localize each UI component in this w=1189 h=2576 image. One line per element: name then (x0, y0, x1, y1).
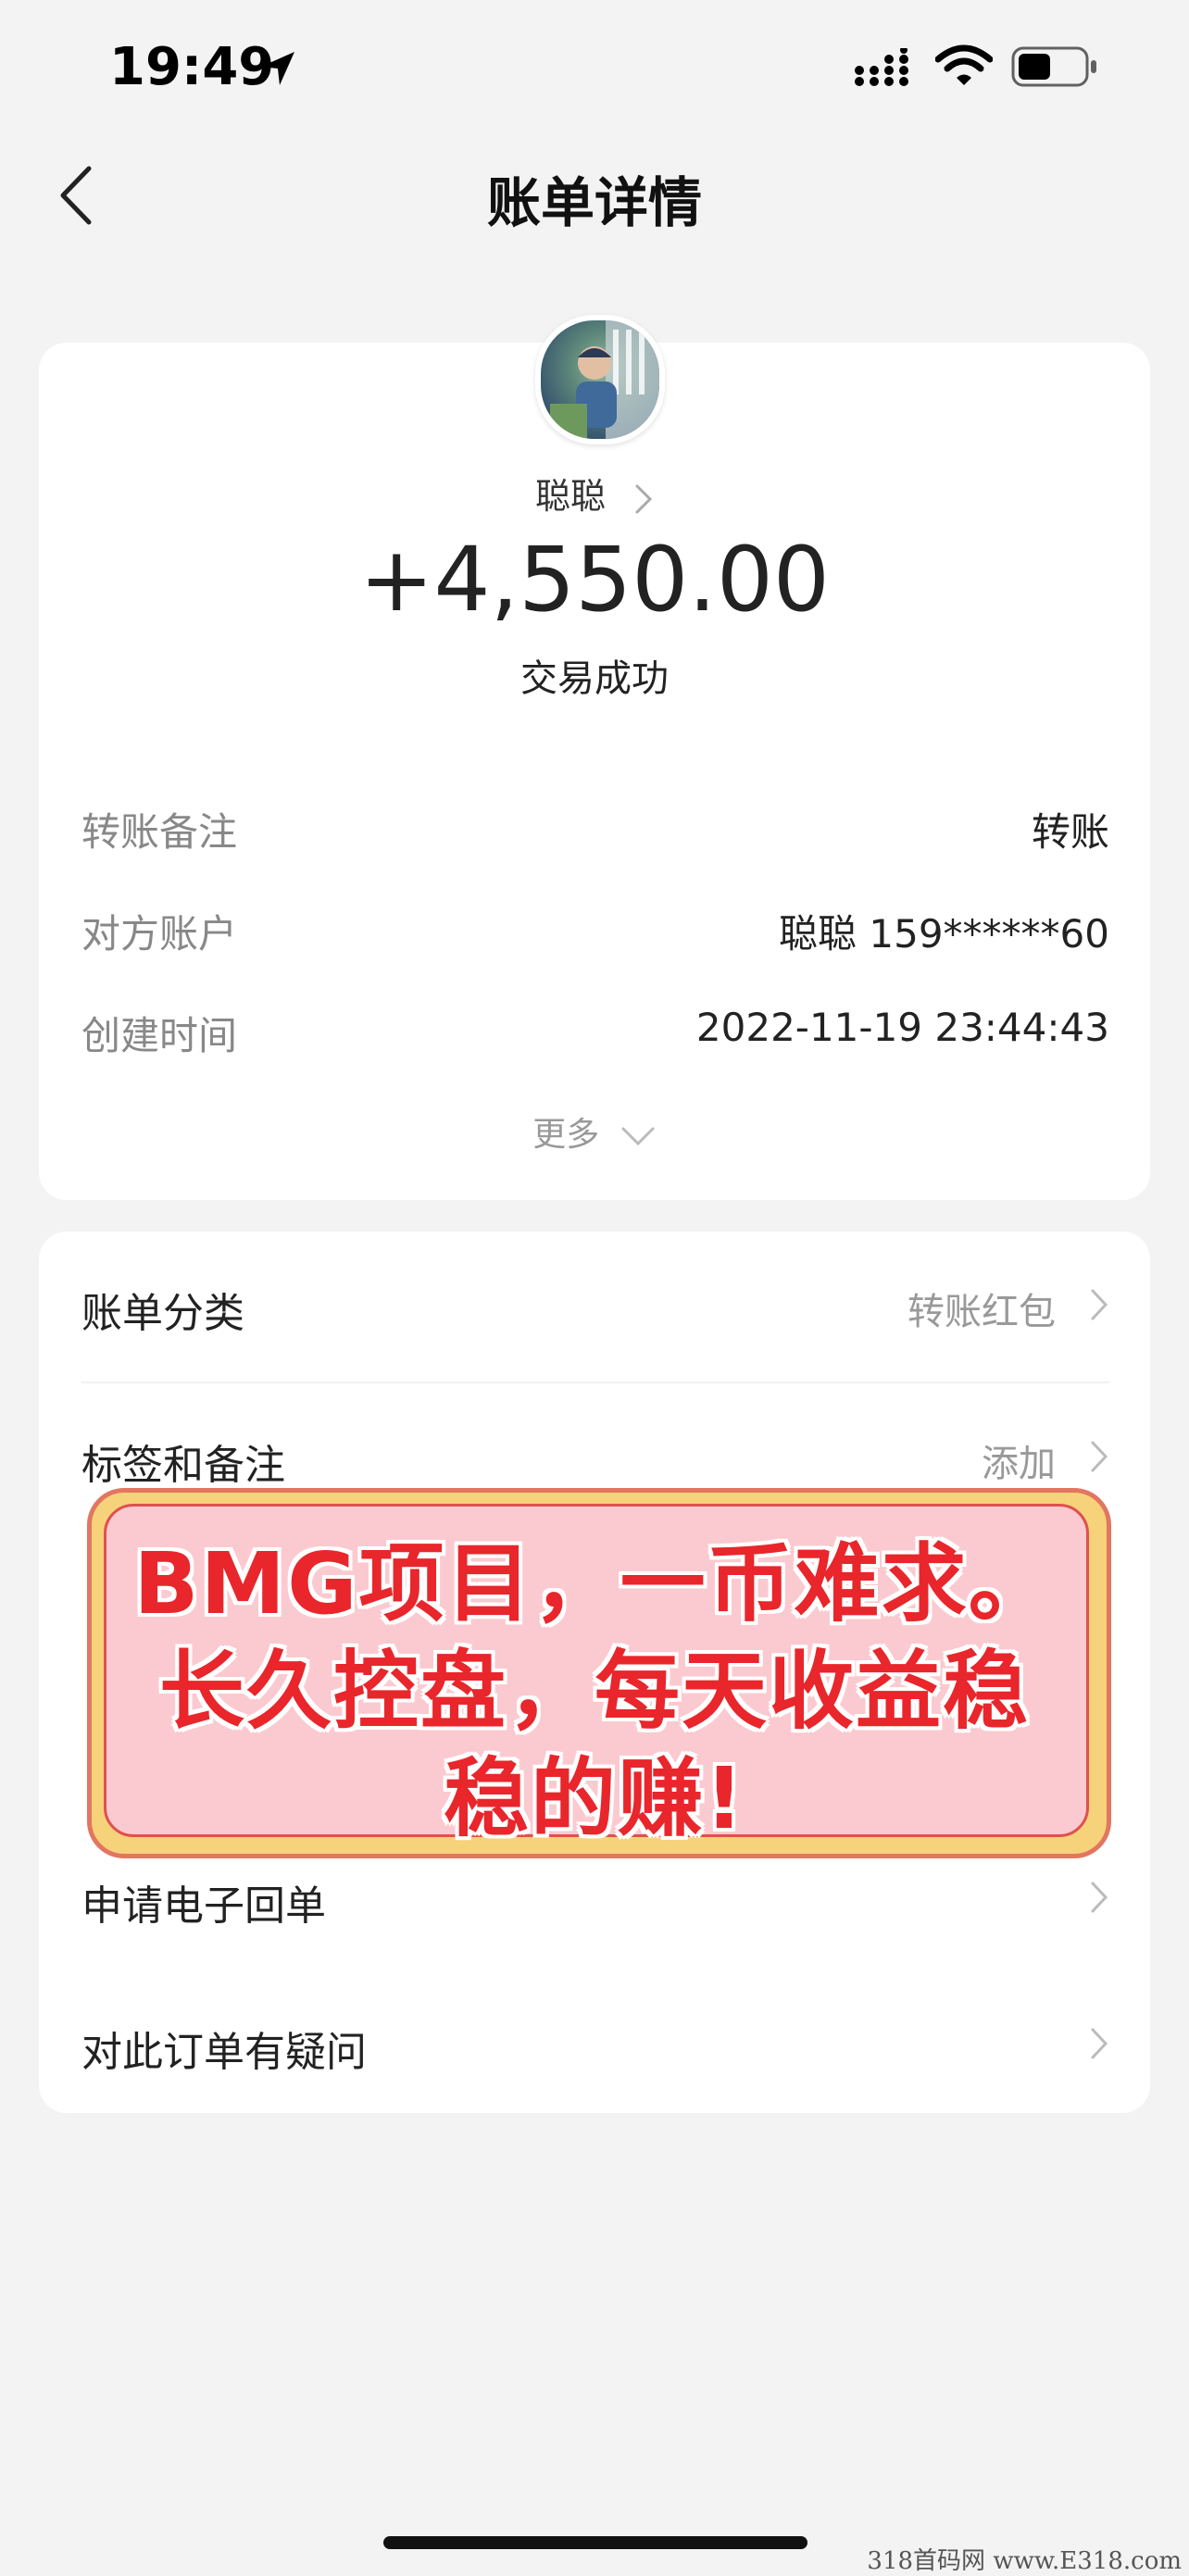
chevron-right-icon (1091, 1289, 1108, 1320)
detail-value: 聪聪 159******60 (779, 911, 1109, 957)
promo-line-3: 稳的赚! (444, 1749, 745, 1848)
page-title: 账单详情 (486, 171, 702, 234)
wifi-icon (935, 44, 993, 85)
detail-value: 转账 (1031, 809, 1109, 855)
battery-icon (1011, 46, 1096, 87)
menu-item-tags-notes[interactable]: 标签和备注 添加 (81, 1432, 1109, 1489)
nav-bar: 账单详情 (0, 139, 1189, 250)
payer-avatar[interactable] (535, 315, 665, 444)
promo-line-1: BMG项目，一币难求。 (133, 1534, 1056, 1633)
chevron-down-icon (621, 1127, 655, 1146)
payer-name-link[interactable]: 聪聪 (0, 468, 1189, 519)
status-time: 19:49 (109, 37, 275, 97)
detail-row-created-time: 创建时间 2022-11-19 23:44:43 (81, 1005, 1109, 1060)
menu-value: 转账红包 (907, 1291, 1056, 1333)
more-label: 更多 (532, 1116, 600, 1154)
menu-label: 标签和备注 (81, 1442, 285, 1489)
menu-value: 添加 (982, 1443, 1056, 1485)
transaction-amount: +4,550.00 (359, 528, 830, 631)
chevron-right-icon (1091, 1441, 1108, 1472)
detail-label: 对方账户 (81, 911, 238, 957)
divider (81, 1382, 1109, 1383)
menu-item-e-receipt[interactable]: 申请电子回单 (81, 1872, 1109, 1930)
more-details-button[interactable]: 更多 (0, 1107, 1189, 1156)
location-arrow-icon (261, 52, 294, 85)
detail-row-account: 对方账户 聪聪 159******60 (81, 903, 1109, 958)
detail-value: 2022-11-19 23:44:43 (695, 1005, 1109, 1050)
menu-label: 对此订单有疑问 (81, 2029, 367, 2076)
chevron-right-icon (1091, 1882, 1108, 1913)
cellular-signal-icon (855, 48, 908, 86)
payer-name: 聪聪 (534, 476, 606, 517)
transaction-status: 交易成功 (520, 657, 669, 700)
watermark: 318首码网 www.E318.com (867, 2547, 1182, 2575)
detail-label: 创建时间 (81, 1013, 238, 1058)
home-indicator (383, 2536, 807, 2549)
menu-item-bill-category[interactable]: 账单分类 转账红包 (81, 1280, 1109, 1337)
menu-label: 申请电子回单 (81, 1882, 326, 1930)
menu-label: 账单分类 (81, 1290, 244, 1337)
status-bar: 19:49 (0, 0, 1189, 139)
chevron-right-icon (1091, 2028, 1108, 2059)
detail-label: 转账备注 (81, 809, 238, 855)
detail-row-remark: 转账备注 转账 (81, 801, 1109, 857)
avatar-photo-icon (550, 320, 659, 439)
promo-line-2: 长久控盘，每天收益稳 (158, 1642, 1030, 1741)
chevron-right-icon (635, 484, 653, 513)
menu-item-order-question[interactable]: 对此订单有疑问 (81, 2019, 1109, 2076)
